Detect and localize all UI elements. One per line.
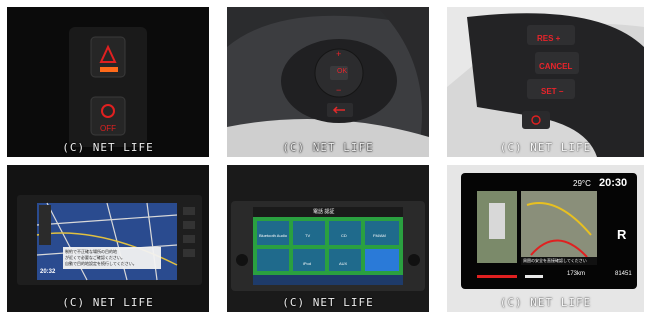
watermark: (C) NET LIFE <box>282 296 374 309</box>
watermark: (C) NET LIFE <box>62 296 154 309</box>
gear-indicator: R <box>617 227 627 242</box>
range-distance: 173km <box>567 271 586 277</box>
set-minus-label: SET − <box>541 87 564 96</box>
safety-warning: 周囲の安全を直接確認してください <box>523 258 587 263</box>
photo-navigation-screen: 制約で不正確な場所の目的地 が近くで必要なご確認ください。 自動で目的地設定を続… <box>7 165 209 312</box>
ok-label: OK <box>337 68 348 75</box>
tile-aux: AUX <box>339 261 348 266</box>
photo-around-view-monitor: 29°C 20:30 R 周囲の安全を直接確認してください 173km 8145… <box>447 165 644 312</box>
outside-temperature: 29°C <box>573 179 591 188</box>
svg-text:OFF: OFF <box>100 124 116 133</box>
photo-cruise-buttons: RES + CANCEL SET − (C) NET LIFE <box>447 7 644 157</box>
tile-tv: TV <box>305 233 311 238</box>
photo-hazard-switches: OFF (C) NET LIFE <box>7 7 209 157</box>
cancel-label: CANCEL <box>539 62 573 71</box>
watermark: (C) NET LIFE <box>499 296 592 309</box>
nav-notice-line: 自動で目的地設定を続行してください。 <box>65 261 137 266</box>
cluster-clock: 20:30 <box>599 177 628 189</box>
nav-time: 20:32 <box>40 269 56 275</box>
plus-icon: + <box>336 49 342 59</box>
watermark: (C) NET LIFE <box>499 141 592 154</box>
odometer: 81451 <box>615 271 632 277</box>
photo-audio-menu: 電話 認証 Bluetooth Audio TV CD FM/AM iPod A… <box>227 165 429 312</box>
res-plus-label: RES + <box>537 34 561 43</box>
tile-ipod: iPod <box>303 261 312 266</box>
tile-cd: CD <box>341 233 347 238</box>
photo-steering-pad: OK + − (C) NET LIFE <box>227 7 429 157</box>
watermark: (C) NET LIFE <box>282 141 374 154</box>
nav-notice: 制約で不正確な場所の目的地 が近くで必要なご確認ください。 自動で目的地設定を続… <box>65 249 160 267</box>
audio-menu-title: 電話 認証 <box>313 209 335 215</box>
watermark: (C) NET LIFE <box>62 141 154 154</box>
tile-fm-am: FM/AM <box>373 233 386 238</box>
minus-icon: − <box>336 85 342 95</box>
tile-bluetooth-audio: Bluetooth Audio <box>259 233 288 238</box>
